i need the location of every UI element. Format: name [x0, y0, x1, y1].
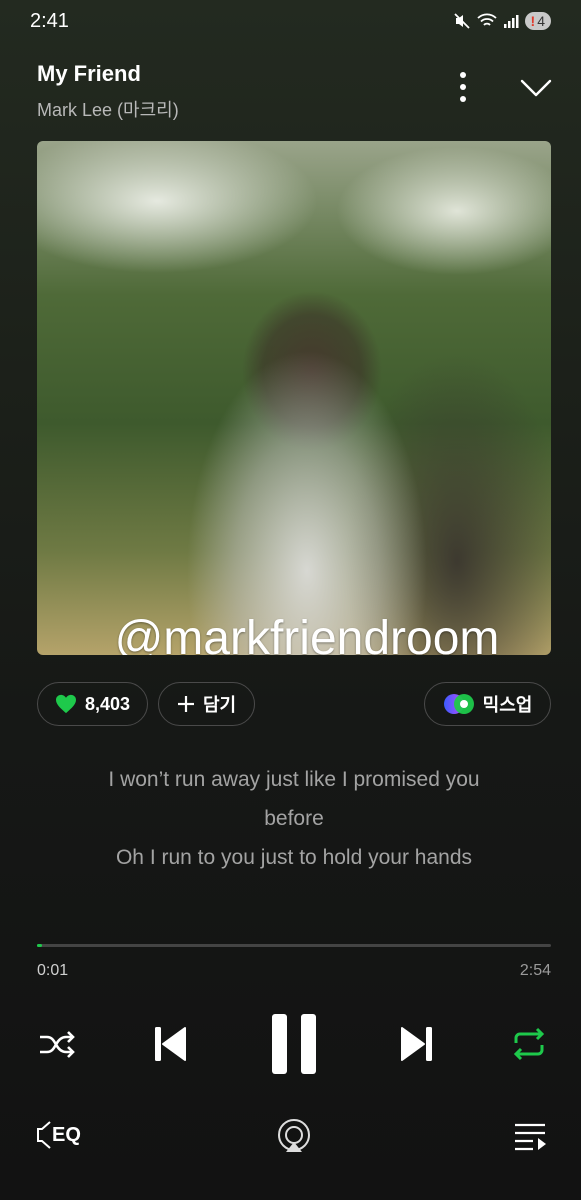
add-label: 담기 [202, 695, 237, 715]
pause-icon[interactable] [270, 1012, 318, 1076]
airplay-icon[interactable] [276, 1118, 312, 1154]
current-time: 0:01 [37, 962, 69, 979]
mixup-button[interactable]: 믹스업 [424, 682, 551, 726]
progress-bar[interactable] [37, 944, 551, 947]
mute-icon [453, 13, 470, 29]
playlist-icon[interactable] [513, 1122, 547, 1152]
song-title: My Friend [37, 61, 141, 86]
total-time: 2:54 [519, 962, 551, 979]
mixup-label: 믹스업 [482, 695, 533, 715]
lyric-line: I won’t run away just like I promised yo… [108, 768, 480, 791]
album-art: @markfriendroom 260912 [37, 141, 551, 655]
eq-label: EQ [52, 1123, 81, 1146]
add-to-playlist-button[interactable]: 담기 [158, 682, 255, 726]
lyric-line: before [264, 807, 324, 830]
chevron-down-icon[interactable] [520, 78, 552, 98]
eq-button[interactable]: EQ [36, 1120, 81, 1150]
previous-track-icon[interactable] [153, 1025, 187, 1063]
status-time: 2:41 [30, 10, 69, 32]
progress-fill [37, 944, 43, 947]
repeat-icon[interactable] [510, 1027, 548, 1061]
artist-name[interactable]: Mark Lee (마크리) [37, 96, 179, 122]
shuffle-icon[interactable] [38, 1030, 76, 1060]
wifi-icon [476, 13, 497, 26]
watermark-handle: @markfriendroom [114, 612, 500, 655]
next-track-icon[interactable] [400, 1025, 434, 1063]
status-icons: ! 4 [453, 12, 551, 30]
lyric-line: Oh I run to you just to hold your hands [115, 846, 473, 869]
battery-label: 4 [537, 13, 545, 29]
battery-indicator: ! 4 [524, 12, 551, 30]
mixup-icon [443, 694, 474, 714]
more-options-icon[interactable] [453, 70, 473, 104]
heart-icon [55, 694, 76, 714]
speaker-icon [37, 1121, 51, 1149]
plus-icon [177, 696, 194, 712]
like-button[interactable]: 8,403 [37, 682, 148, 726]
signal-icon [503, 15, 519, 28]
like-count: 8,403 [84, 693, 131, 714]
lyrics[interactable]: I won’t run away just like I promised yo… [37, 760, 551, 877]
